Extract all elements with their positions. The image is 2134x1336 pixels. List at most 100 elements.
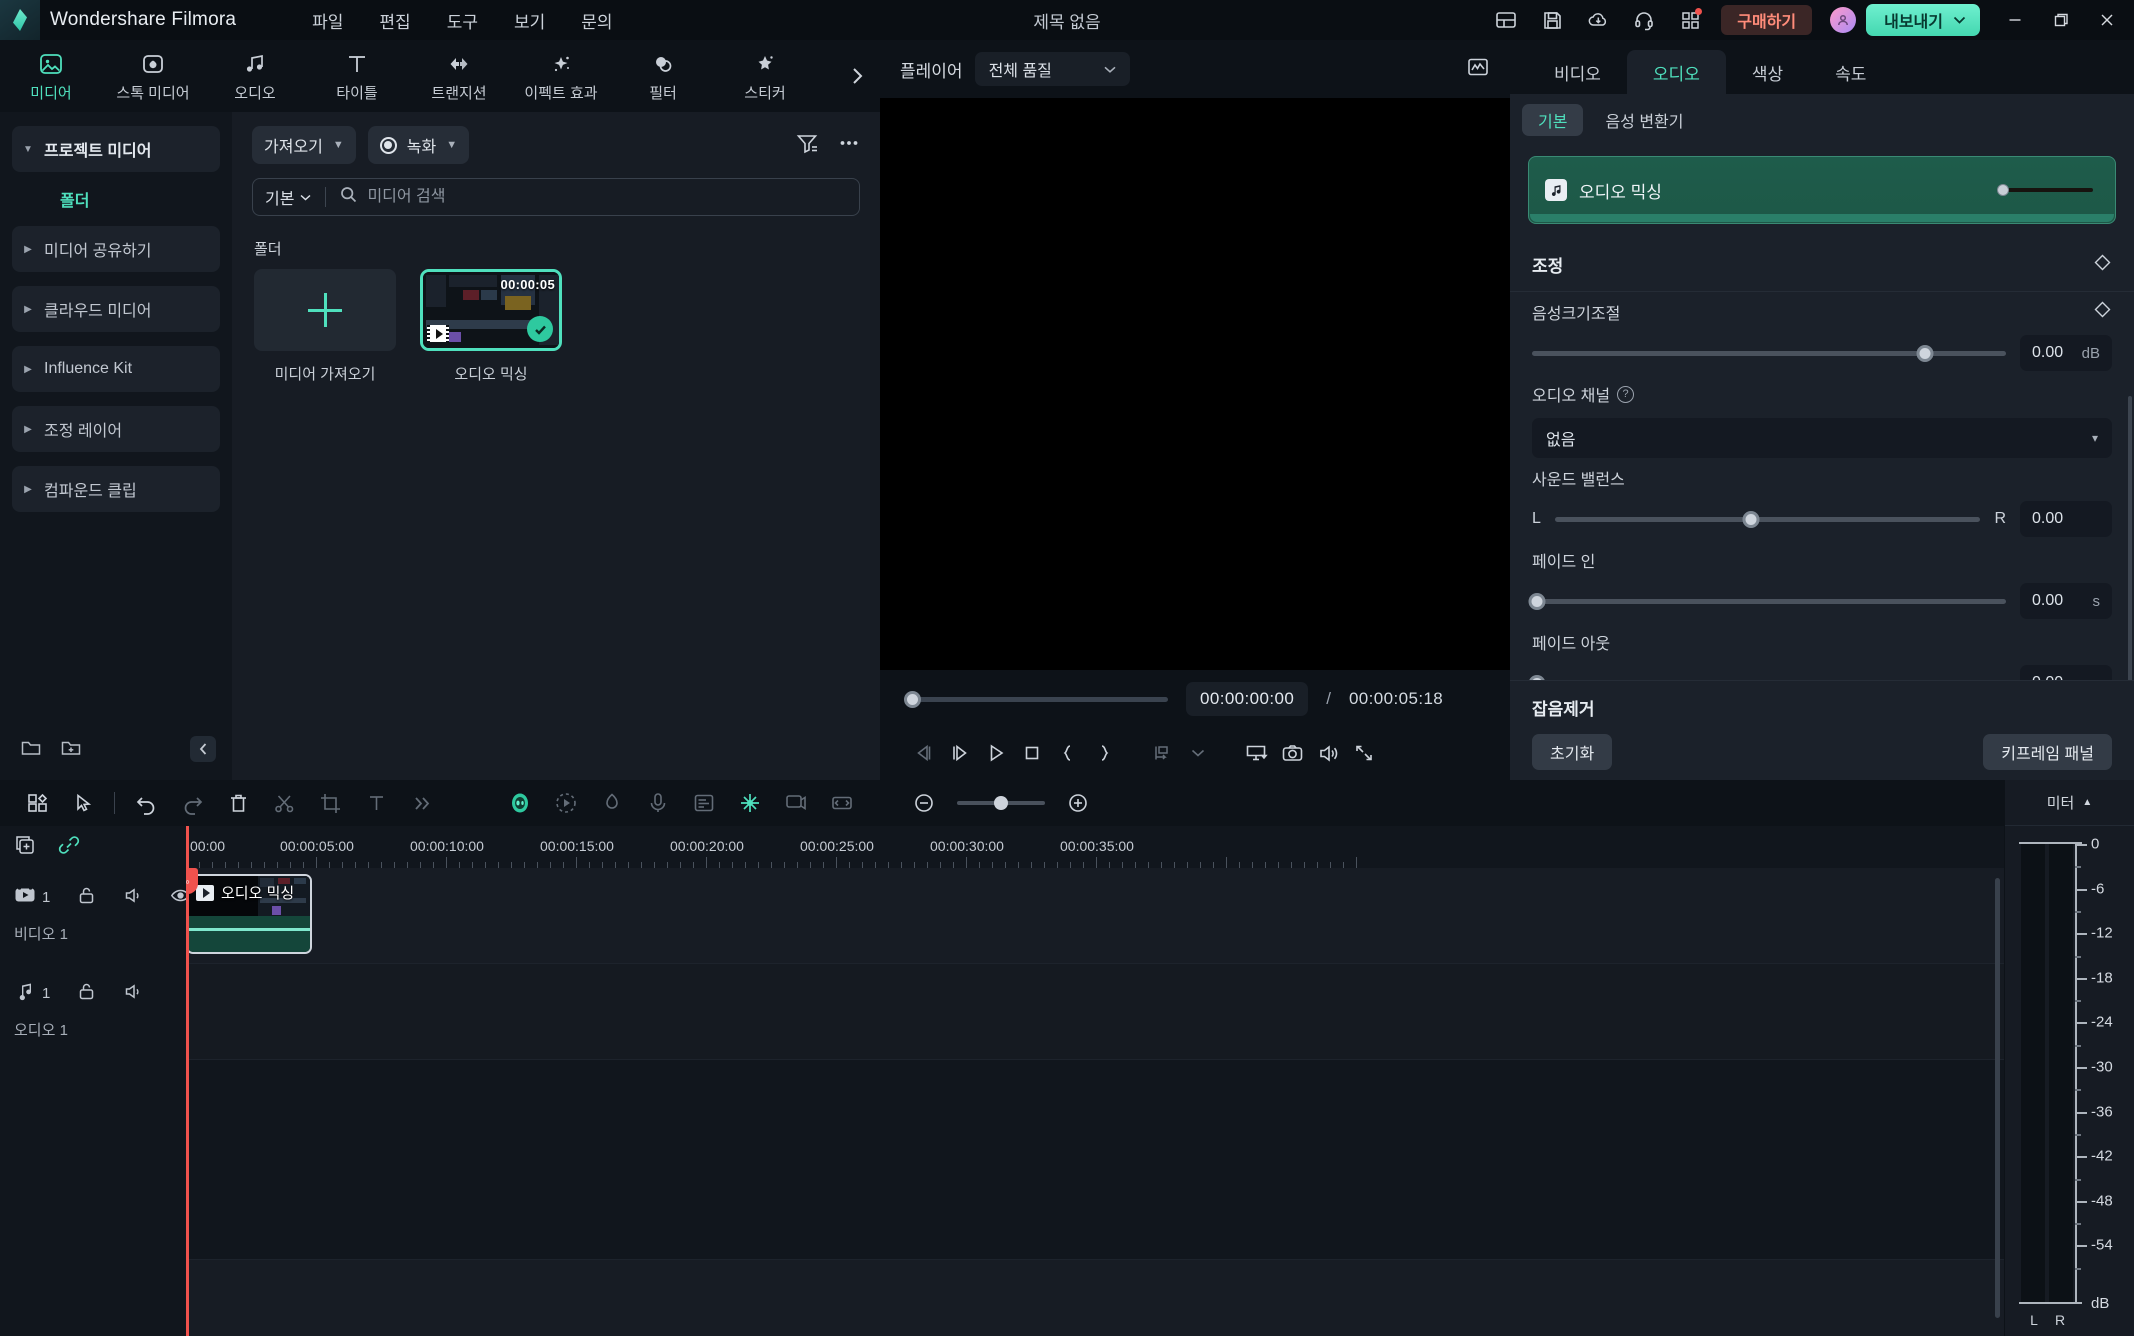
sidebar-item-adjustment-layer[interactable]: ▶ 조정 레이어	[12, 406, 220, 452]
media-clip-thumb[interactable]: 00:00:05	[420, 269, 562, 351]
lock-icon[interactable]	[76, 885, 97, 911]
fade-in-slider[interactable]	[1528, 592, 2006, 610]
tab-effects[interactable]: 이펙트 효과	[510, 40, 612, 112]
volume-value-box[interactable]: 0.00 dB	[2020, 335, 2112, 371]
record-voice-icon[interactable]	[635, 780, 681, 826]
slider-knob[interactable]	[994, 796, 1008, 810]
tab-sticker[interactable]: 스티커	[714, 40, 816, 112]
audio-lane[interactable]	[186, 964, 2004, 1060]
sound-balance-value-box[interactable]: 0.00	[2020, 501, 2112, 537]
tab-speed[interactable]: 속도	[1809, 50, 1892, 94]
properties-scrollbar[interactable]	[2128, 396, 2132, 680]
subtab-basic[interactable]: 기본	[1522, 104, 1584, 136]
layout-icon[interactable]	[1483, 0, 1529, 40]
slider-knob[interactable]	[1528, 674, 1546, 680]
slider-knob[interactable]	[1916, 344, 1934, 362]
more-options-icon[interactable]	[838, 132, 860, 159]
menu-item-help[interactable]: 문의	[563, 4, 630, 37]
preview-canvas[interactable]	[880, 98, 1510, 670]
search-input[interactable]	[367, 188, 847, 206]
tab-stock-media[interactable]: 스톡 미디어	[102, 40, 204, 112]
sort-filter-icon[interactable]	[796, 132, 818, 159]
keyframe-diamond-icon[interactable]	[2093, 253, 2112, 277]
collapse-sidebar-button[interactable]	[190, 736, 216, 762]
dropdown-icon[interactable]	[1180, 733, 1216, 773]
menu-item-view[interactable]: 보기	[496, 4, 563, 37]
sidebar-item-influence-kit[interactable]: ▶ Influence Kit	[12, 346, 220, 392]
timeline-ruler[interactable]: 00:00 00:00:05:00 00:00:10:00 00:00:15:0…	[186, 826, 2004, 868]
fullscreen-icon[interactable]	[1346, 733, 1382, 773]
mark-out-icon[interactable]	[1086, 733, 1122, 773]
split-icon[interactable]	[261, 780, 307, 826]
volume-icon[interactable]	[1310, 733, 1346, 773]
zoom-out-icon[interactable]	[901, 780, 947, 826]
tab-filter[interactable]: 필터	[612, 40, 714, 112]
scrubber-knob[interactable]	[904, 690, 921, 708]
media-item-clip[interactable]: 00:00:05 오디오 믹싱	[420, 269, 562, 384]
ai-mask-icon[interactable]	[497, 780, 543, 826]
sidebar-item-cloud-media[interactable]: ▶ 클라우드 미디어	[12, 286, 220, 332]
prev-frame-icon[interactable]	[906, 733, 942, 773]
fade-out-value-box[interactable]: 0.00 s	[2020, 665, 2112, 680]
subtab-voice-changer[interactable]: 음성 변환기	[1589, 104, 1699, 136]
tab-video[interactable]: 비디오	[1528, 50, 1627, 94]
record-button[interactable]: 녹화 ▼	[367, 126, 470, 164]
auto-reframe-icon[interactable]	[819, 780, 865, 826]
apps-icon[interactable]	[1667, 0, 1713, 40]
grid-icon[interactable]	[14, 780, 60, 826]
stop-icon[interactable]	[1014, 733, 1050, 773]
export-button[interactable]: 내보내기	[1866, 4, 1980, 36]
tab-title[interactable]: 타이틀	[306, 40, 408, 112]
tab-audio[interactable]: 오디오	[204, 40, 306, 112]
lock-icon[interactable]	[76, 981, 97, 1007]
minimize-button[interactable]	[1992, 0, 2038, 40]
tab-color[interactable]: 색상	[1726, 50, 1809, 94]
timeline-clip[interactable]: 오디오 믹싱	[186, 874, 312, 954]
search-box[interactable]: 기본	[252, 178, 860, 216]
play-icon[interactable]	[978, 733, 1014, 773]
playback-scrubber[interactable]	[904, 690, 1168, 708]
green-screen-icon[interactable]	[773, 780, 819, 826]
sidebar-item-project-media[interactable]: ▼ 프로젝트 미디어	[12, 126, 220, 172]
tabs-next-arrow[interactable]	[849, 40, 866, 112]
add-track-icon[interactable]	[14, 834, 36, 861]
keyframe-icon[interactable]	[589, 780, 635, 826]
playhead[interactable]: ◦	[186, 826, 198, 1336]
timeline-grid[interactable]: 00:00 00:00:05:00 00:00:10:00 00:00:15:0…	[186, 826, 2004, 1336]
slider-knob[interactable]	[1742, 510, 1760, 528]
tab-audio[interactable]: 오디오	[1626, 50, 1726, 94]
subtitle-icon[interactable]	[681, 780, 727, 826]
empty-lane[interactable]	[186, 1060, 2004, 1260]
text-icon[interactable]	[353, 780, 399, 826]
new-folder-icon[interactable]	[20, 736, 42, 763]
mute-icon[interactable]	[123, 885, 144, 911]
audio-clip-card[interactable]: 오디오 믹싱	[1528, 156, 2116, 224]
zoom-in-icon[interactable]	[1055, 780, 1101, 826]
quality-select[interactable]: 전체 품질	[974, 52, 1130, 86]
menu-item-edit[interactable]: 편집	[361, 4, 428, 37]
audio-card-slider[interactable]	[1997, 184, 2093, 196]
avatar[interactable]	[1830, 7, 1857, 33]
headset-icon[interactable]	[1621, 0, 1667, 40]
crop-icon[interactable]	[307, 780, 353, 826]
delete-icon[interactable]	[215, 780, 261, 826]
save-icon[interactable]	[1529, 0, 1575, 40]
sidebar-item-share-media[interactable]: ▶ 미디어 공유하기	[12, 226, 220, 272]
sound-balance-slider[interactable]	[1554, 510, 1981, 528]
zoom-slider[interactable]	[957, 796, 1045, 810]
volume-slider[interactable]	[1532, 344, 2006, 362]
screen-icon[interactable]	[1238, 733, 1274, 773]
media-item-import[interactable]: 미디어 가져오기	[254, 269, 396, 384]
buy-button[interactable]: 구매하기	[1721, 5, 1813, 35]
cursor-icon[interactable]	[60, 780, 106, 826]
keyframe-panel-button[interactable]: 키프레임 패널	[1983, 734, 2112, 770]
mark-in-icon[interactable]	[1050, 733, 1086, 773]
video-lane[interactable]: 오디오 믹싱	[186, 868, 2004, 964]
slider-knob[interactable]	[1528, 592, 1546, 610]
motion-tracking-icon[interactable]	[543, 780, 589, 826]
import-media-thumb[interactable]	[254, 269, 396, 351]
mute-icon[interactable]	[123, 981, 144, 1007]
add-folder-icon[interactable]	[60, 736, 82, 763]
next-frame-icon[interactable]	[942, 733, 978, 773]
undo-icon[interactable]	[123, 780, 169, 826]
